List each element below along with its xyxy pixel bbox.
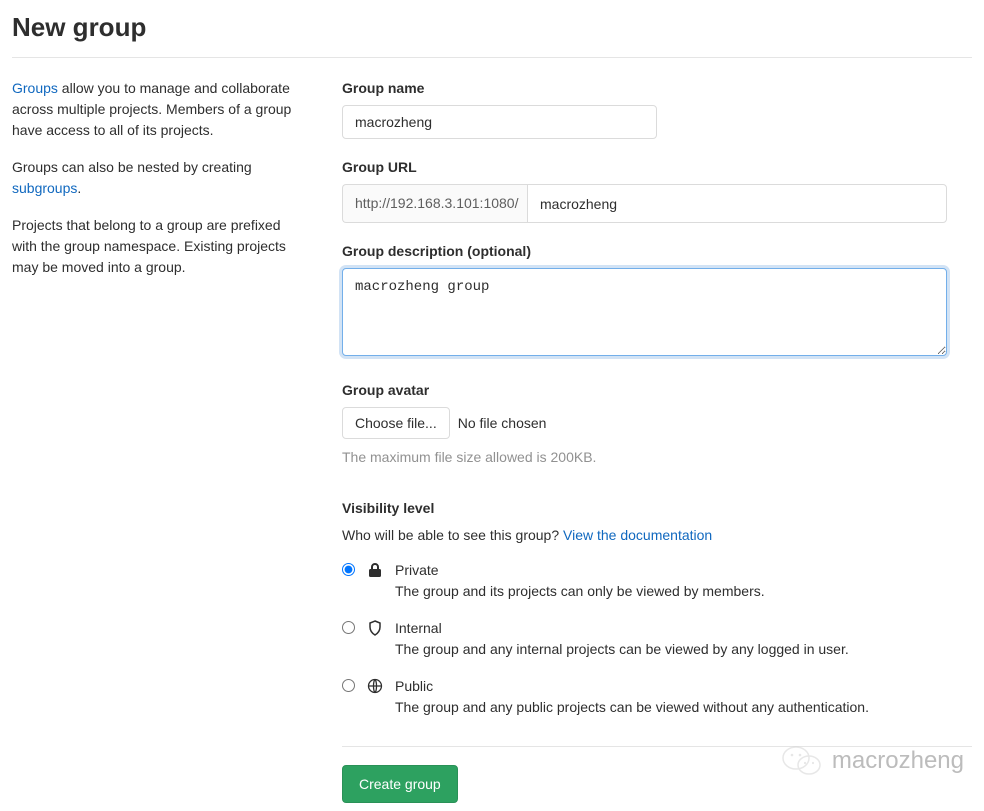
- visibility-radio-private[interactable]: [342, 563, 355, 576]
- file-size-hint: The maximum file size allowed is 200KB.: [342, 447, 972, 468]
- group-description-label: Group description (optional): [342, 241, 972, 262]
- visibility-label: Visibility level: [342, 498, 972, 519]
- visibility-public-title: Public: [395, 676, 972, 697]
- subgroups-link[interactable]: subgroups: [12, 180, 77, 196]
- create-group-button[interactable]: Create group: [342, 765, 458, 803]
- group-url-input[interactable]: [527, 184, 947, 223]
- visibility-private-title: Private: [395, 560, 972, 581]
- page-title: New group: [12, 8, 972, 47]
- group-name-input[interactable]: [342, 105, 657, 139]
- group-name-label: Group name: [342, 78, 972, 99]
- visibility-public-desc: The group and any public projects can be…: [395, 697, 972, 718]
- groups-link[interactable]: Groups: [12, 80, 58, 96]
- info-sidebar: Groups allow you to manage and collabora…: [12, 78, 302, 803]
- group-avatar-label: Group avatar: [342, 380, 972, 401]
- visibility-private-desc: The group and its projects can only be v…: [395, 581, 972, 602]
- visibility-docs-link[interactable]: View the documentation: [563, 527, 712, 543]
- visibility-radio-internal[interactable]: [342, 621, 355, 634]
- info-text: Projects that belong to a group are pref…: [12, 215, 302, 278]
- lock-icon: [367, 562, 383, 578]
- divider: [12, 57, 972, 58]
- globe-icon: [367, 678, 383, 694]
- shield-icon: [367, 620, 383, 636]
- choose-file-button[interactable]: Choose file...: [342, 407, 450, 439]
- group-description-textarea[interactable]: macrozheng group: [342, 268, 947, 356]
- visibility-radio-public[interactable]: [342, 679, 355, 692]
- info-text: Groups can also be nested by creating: [12, 159, 252, 175]
- file-chosen-status: No file chosen: [458, 413, 547, 434]
- visibility-internal-desc: The group and any internal projects can …: [395, 639, 972, 660]
- group-url-label: Group URL: [342, 157, 972, 178]
- group-url-prefix: http://192.168.3.101:1080/: [342, 184, 527, 223]
- visibility-help-text: Who will be able to see this group?: [342, 527, 563, 543]
- visibility-internal-title: Internal: [395, 618, 972, 639]
